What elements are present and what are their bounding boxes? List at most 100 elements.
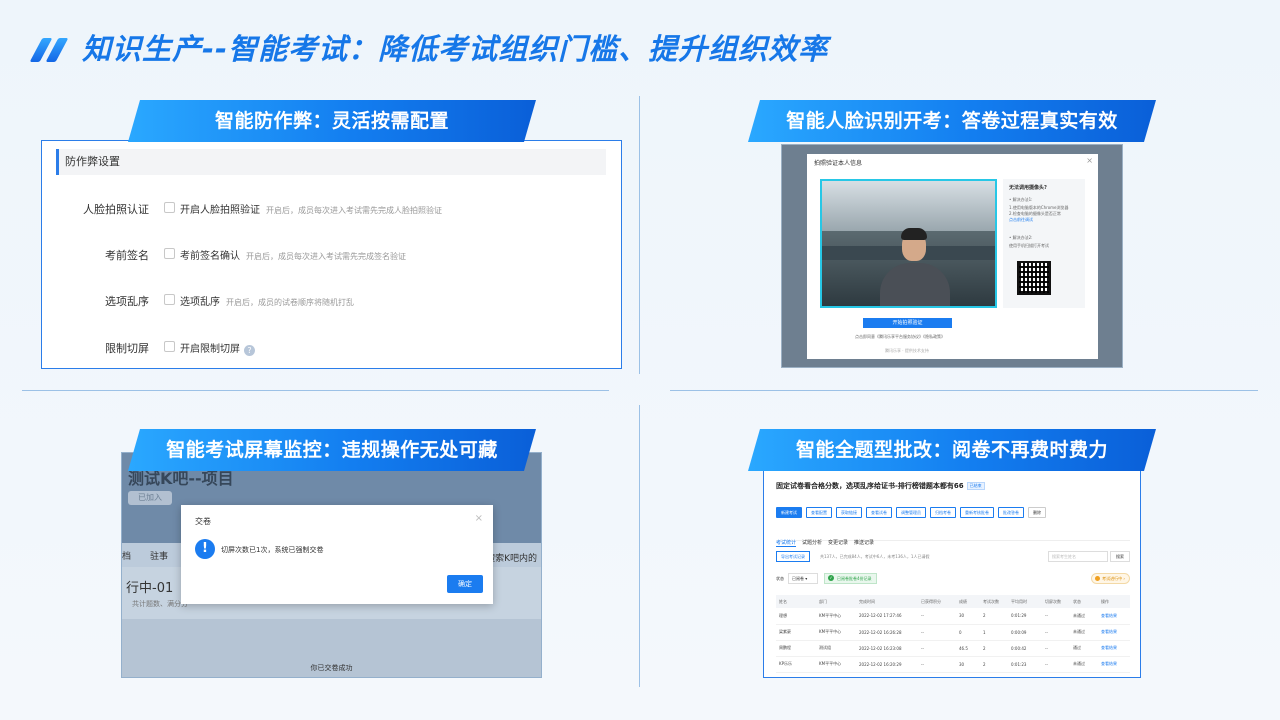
status-filter-row: 状态 已阅卷 ▾ 已阅卷批卷4份记录 考试进行中 › xyxy=(776,573,1130,585)
tab-exam-stats[interactable]: 考试统计 xyxy=(776,539,797,547)
tab-change-log[interactable]: 变更记录 xyxy=(828,539,848,546)
cell: 2022-12-02 17:27:46 xyxy=(856,608,918,625)
setting-option: 开启人脸拍照验证 开启后，成员每次进入考试需先完成人脸拍照验证 xyxy=(180,201,442,216)
section-title: 防作弊设置 xyxy=(65,155,120,168)
cell: 2 xyxy=(980,656,1008,673)
setting-row-screen-switch: 限制切屏 开启限制切屏? xyxy=(42,337,623,357)
view-result-link[interactable]: 查看结果 xyxy=(1098,608,1130,625)
cell: -- xyxy=(1042,640,1070,657)
col-header: 部门 xyxy=(816,595,856,608)
debug-link[interactable]: 点击前往调试 xyxy=(1009,217,1033,223)
cell: 周鹏程 xyxy=(776,640,816,657)
anti-cheat-banner: 智能防作弊：灵活按需配置 xyxy=(128,100,536,142)
search-input[interactable]: 搜索考生姓名 xyxy=(1048,551,1108,562)
view-config-button[interactable]: 查看配置 xyxy=(806,507,832,518)
cell: 测试组 xyxy=(816,640,856,657)
view-result-link[interactable]: 查看结果 xyxy=(1098,656,1130,673)
close-icon[interactable]: × xyxy=(1086,156,1093,165)
horizontal-divider-right xyxy=(670,390,1258,391)
export-button[interactable]: 导出考试记录 xyxy=(776,551,810,562)
screen-switch-checkbox[interactable] xyxy=(164,341,175,352)
col-header: 切屏次数 xyxy=(1042,595,1070,608)
option-desc: 开启后，成员的试卷顺序将随机打乱 xyxy=(226,298,354,307)
warning-icon: ! xyxy=(195,539,215,559)
section-header: 防作弊设置 xyxy=(56,149,606,175)
col-header: 完成时间 xyxy=(856,595,918,608)
help-line: • 解决办法1: xyxy=(1009,197,1033,202)
regrade-button[interactable]: 重新考核批卷 xyxy=(960,507,994,518)
setting-label: 考前签名 xyxy=(105,249,149,262)
face-photo-checkbox[interactable] xyxy=(164,202,175,213)
dialog-title: 交卷 xyxy=(195,517,211,526)
exam-stats-screenshot: 固定试卷看合格分数，选项乱序给证书-排行榜错题本都有66 已结束 新建考试 查看配置… xyxy=(763,466,1141,678)
cell: -- xyxy=(918,656,956,673)
exam-action-toolbar: 新建考试 查看配置 获取链接 查看试卷 调整管理员 归档考卷 重新考核批卷 批改答卷 删除 xyxy=(776,499,1050,518)
tab-question-analysis[interactable]: 试题分析 xyxy=(802,539,822,546)
cell: 通过 xyxy=(1070,640,1098,657)
col-header: 操作 xyxy=(1098,595,1130,608)
bg-tab: 档 xyxy=(122,552,132,562)
status-badge: 已结束 xyxy=(966,482,985,490)
pending-badge[interactable]: 考试进行中 › xyxy=(1091,573,1130,584)
qr-code-icon xyxy=(1017,261,1051,295)
cell: 未通过 xyxy=(1070,624,1098,641)
col-header: 平均用时 xyxy=(1008,595,1042,608)
cell: 46.5 xyxy=(956,640,980,657)
cell: -- xyxy=(918,640,956,657)
option-text: 开启人脸拍照验证 xyxy=(180,205,260,216)
status-select[interactable]: 已阅卷 ▾ xyxy=(788,573,818,584)
adjust-admin-button[interactable]: 调整管理员 xyxy=(896,507,926,518)
bg-search-input: 搜索K吧内的 xyxy=(486,554,537,564)
cell: 2 xyxy=(980,608,1008,625)
cell: 0:01:23 xyxy=(1008,656,1042,673)
cell: 2022-12-02 16:20:29 xyxy=(856,656,918,673)
setting-option: 考前签名确认 开启后，成员每次进入考试需先完成签名验证 xyxy=(180,247,406,262)
camera-preview xyxy=(820,179,997,308)
cell: 0:01:29 xyxy=(1008,608,1042,625)
col-header: 状态 xyxy=(1070,595,1098,608)
cell: 未通过 xyxy=(1070,608,1098,625)
question-icon[interactable]: ? xyxy=(244,345,255,356)
help-title: 无法调用摄像头? xyxy=(1009,185,1047,191)
view-paper-button[interactable]: 查看试卷 xyxy=(866,507,892,518)
close-icon[interactable]: × xyxy=(475,513,483,524)
archive-button[interactable]: 归档考卷 xyxy=(930,507,956,518)
grade-button[interactable]: 批改答卷 xyxy=(998,507,1024,518)
auto-grading-banner: 智能全题型批改：阅卷不再费时费力 xyxy=(748,429,1156,471)
table-row: 梁紫豪 KM平平中心 2022-12-02 16:26:28 -- 0 1 0:00:09-… xyxy=(776,624,1130,641)
table-row: KP乐乐 KM平平中心 2022-12-02 16:20:29 -- 30 2 0:01:2… xyxy=(776,656,1130,673)
col-header: 考试次数 xyxy=(980,595,1008,608)
view-result-link[interactable]: 查看结果 xyxy=(1098,640,1130,657)
start-photo-verify-button[interactable]: 开始拍照验证 xyxy=(863,318,952,328)
dialog-title: 拍照验证本人信息 xyxy=(814,160,863,167)
graded-badge: 已阅卷批卷4份记录 xyxy=(824,573,877,584)
agreement-text: 点击即同意《腾讯乐享平台服务协议》《隐私政策》 xyxy=(855,334,945,339)
face-verify-dialog: 拍照验证本人信息 × 无法调用摄像头? • 解决办法1: 1.使用电脑版本的Ch… xyxy=(807,154,1098,359)
cell: 0 xyxy=(956,624,980,641)
search-button[interactable]: 搜索 xyxy=(1110,551,1130,562)
delete-button[interactable]: 删除 xyxy=(1028,507,1046,518)
slash-logo-icon xyxy=(28,38,70,62)
cell: KM平平中心 xyxy=(816,608,856,625)
cell: 2022-12-02 16:26:28 xyxy=(856,624,918,641)
anti-cheat-settings-panel: 防作弊设置 人脸拍照认证 开启人脸拍照验证 开启后，成员每次进入考试需先完成人脸拍… xyxy=(41,140,622,369)
new-exam-button[interactable]: 新建考试 xyxy=(776,507,802,518)
cell: 2 xyxy=(980,640,1008,657)
help-line: • 解决办法2: xyxy=(1009,235,1033,240)
bg-exam-sub: 共计题数、满分分 xyxy=(132,600,188,608)
view-result-link[interactable]: 查看结果 xyxy=(1098,624,1130,641)
cell: 未通过 xyxy=(1070,656,1098,673)
shuffle-checkbox[interactable] xyxy=(164,294,175,305)
get-link-button[interactable]: 获取链接 xyxy=(836,507,862,518)
signature-checkbox[interactable] xyxy=(164,248,175,259)
table-row: 周鹏程 测试组 2022-12-02 16:23:08 -- 46.5 2 0:00:42-… xyxy=(776,640,1130,657)
exam-title: 固定试卷看合格分数，选项乱序给证书-排行榜错题本都有66 已结束 xyxy=(776,481,985,491)
stats-filter-row: 导出考试记录 共137人，已完成84人，考试中6人，未考136人，1人已请假 搜… xyxy=(776,551,1130,563)
confirm-button[interactable]: 确定 xyxy=(447,575,483,593)
tab-push-log[interactable]: 推送记录 xyxy=(854,539,874,546)
stats-tab-bar: 考试统计 试题分析 变更记录 推送记录 xyxy=(776,529,1130,547)
exam-title-text: 固定试卷看合格分数，选项乱序给证书-排行榜错题本都有66 xyxy=(776,482,964,490)
vertical-divider-top xyxy=(639,96,640,374)
vertical-divider-bottom xyxy=(639,405,640,687)
cell: -- xyxy=(1042,656,1070,673)
